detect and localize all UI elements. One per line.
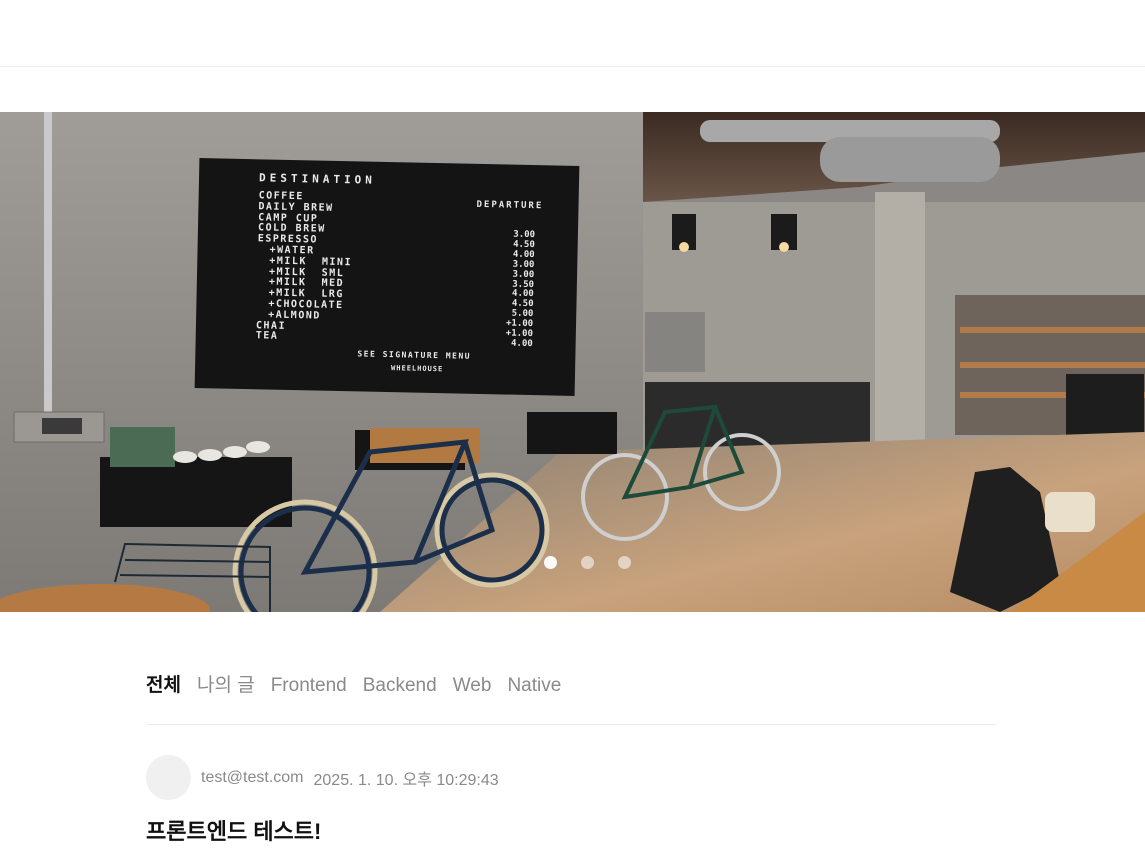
tab-5[interactable]: Native: [507, 672, 561, 700]
board-header-left: DESTINATION: [258, 171, 377, 187]
carousel-dot-0[interactable]: [544, 556, 557, 569]
board-prices: 3.00 4.50 4.00 3.00 3.00 3.50 4.00 4.50 5.00 +1.0…: [506, 230, 535, 350]
tab-0[interactable]: 전체: [146, 672, 181, 700]
carousel-dot-1[interactable]: [581, 556, 594, 569]
hero-carousel[interactable]: DESTINATION DEPARTURE COFFEE DAILY BREW CA…: [0, 112, 1145, 612]
board-footer: SEE SIGNATURE MENU: [357, 349, 472, 361]
carousel-dot-2[interactable]: [618, 556, 631, 569]
post-author: test@test.com: [201, 768, 304, 786]
menu-board: DESTINATION DEPARTURE COFFEE DAILY BREW CA…: [195, 158, 580, 396]
tab-3[interactable]: Backend: [363, 672, 437, 700]
category-tabs: 전체 나의 글 Frontend Backend Web Native: [146, 672, 996, 725]
avatar[interactable]: [146, 755, 191, 800]
post-meta: test@test.com 2025. 1. 10. 오후 10:29:43: [146, 755, 499, 800]
tab-2[interactable]: Frontend: [271, 672, 347, 700]
tab-4[interactable]: Web: [453, 672, 492, 700]
tab-1[interactable]: 나의 글: [197, 672, 255, 700]
board-price: 4.00: [510, 338, 533, 350]
board-item: TEA: [255, 330, 279, 343]
board-header-right: DEPARTURE: [476, 199, 544, 212]
board-brand: WHEELHOUSE: [391, 364, 444, 374]
post-title[interactable]: 프론트엔드 테스트!: [146, 815, 321, 849]
board-items: COFFEE DAILY BREW CAMP CUP COLD BREW ESPRESS…: [255, 190, 354, 344]
carousel-dots: [0, 556, 1145, 570]
post-date: 2025. 1. 10. 오후 10:29:43: [313, 771, 499, 789]
top-header: [0, 0, 1145, 67]
